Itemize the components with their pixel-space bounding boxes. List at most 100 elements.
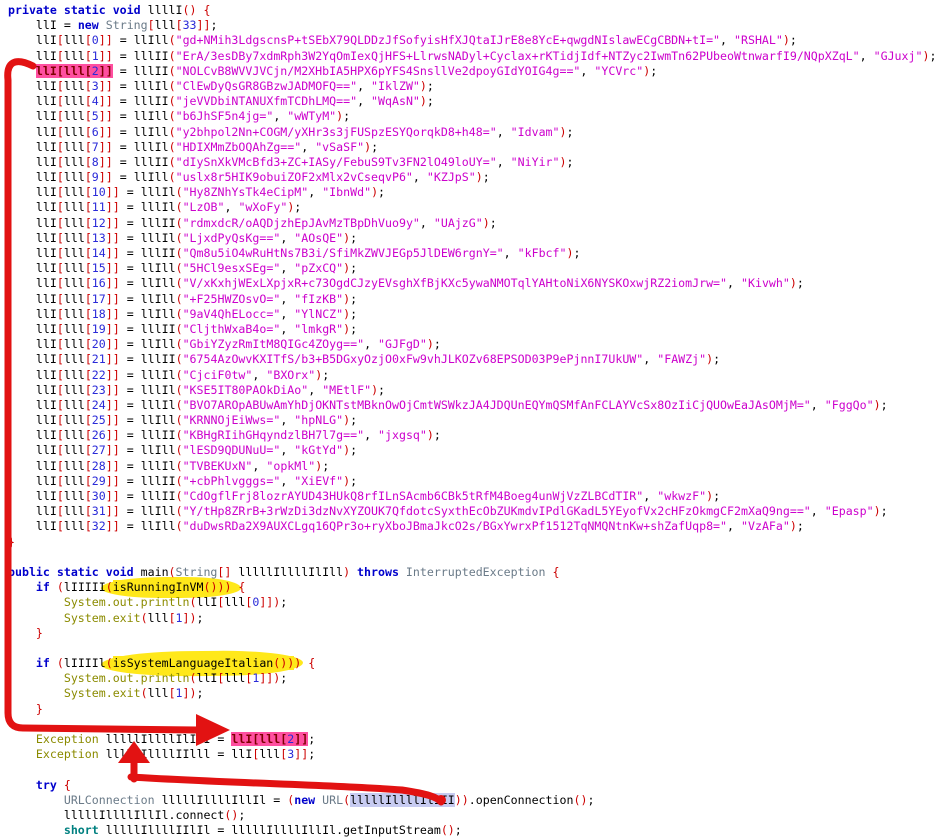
code-token: ]]	[106, 292, 120, 306]
code-token: lll	[64, 337, 85, 351]
code-token: (	[176, 337, 183, 351]
code-token: ]])	[259, 595, 280, 609]
code-token: System.out.println	[64, 595, 190, 609]
code-token: ;	[434, 337, 441, 351]
code-token: [	[57, 170, 64, 184]
code-token: [	[57, 352, 64, 366]
code-token: ]]	[106, 337, 120, 351]
code-token: }	[36, 702, 43, 716]
code-token: ;	[211, 18, 218, 32]
code-token: ]]	[99, 170, 113, 184]
code-token: =	[120, 459, 141, 473]
code-token: [	[85, 398, 92, 412]
code-token: ,	[357, 94, 371, 108]
code-token: (	[176, 185, 183, 199]
code-line: llI[lll[32]] = llIll("duDwsRDa2X9AUXCLgq…	[8, 519, 936, 534]
code-token	[8, 611, 64, 625]
code-token: ;	[294, 200, 301, 214]
code-token: [	[169, 686, 176, 700]
code-token: [	[85, 383, 92, 397]
code-line: llI[lll[10]] = lllIl("Hy8ZNhYsTk4eCipM",…	[8, 185, 936, 200]
code-token: =	[120, 368, 141, 382]
code-line	[8, 762, 936, 777]
code-token: "MEtlF"	[322, 383, 371, 397]
code-token: [	[85, 368, 92, 382]
code-token: llI	[36, 216, 57, 230]
code-token: =	[120, 519, 141, 533]
code-token: [	[57, 246, 64, 260]
code-line: System.out.println(llI[lll[1]]);	[8, 671, 936, 686]
code-line: llI = new String[lll[33]];	[8, 18, 936, 33]
code-token: [	[57, 33, 64, 47]
code-token: }	[8, 535, 15, 549]
code-token: System.out.println	[64, 671, 190, 685]
code-token: ;	[322, 368, 329, 382]
code-token: =	[120, 185, 141, 199]
code-token: "XiEVf"	[294, 474, 343, 488]
code-token: (	[176, 231, 183, 245]
code-token: [	[85, 109, 92, 123]
code-token: llIll	[134, 125, 169, 139]
code-token	[8, 140, 36, 154]
code-token: [	[169, 611, 176, 625]
code-token: "IbnWd"	[322, 185, 371, 199]
code-line: Exception lllllIllllIlIII = llI[lll[2]];	[8, 732, 936, 747]
code-token: ;	[567, 125, 574, 139]
code-token: "TVBEKUxN"	[183, 459, 253, 473]
code-token: lll	[64, 49, 85, 63]
code-token: "+F25HWZOsvO="	[183, 292, 281, 306]
code-token: .	[169, 808, 176, 822]
code-token: [	[57, 413, 64, 427]
code-token: (	[176, 459, 183, 473]
code-token: llI	[36, 368, 57, 382]
code-token: ]])	[259, 671, 280, 685]
code-line: llI[lll[19]] = lllII("CljthWxaB4o=", "lm…	[8, 322, 936, 337]
code-area[interactable]: private static void llllI() { llI = new …	[0, 3, 936, 838]
code-token: InterruptedException	[406, 565, 546, 579]
code-token: ,	[811, 398, 825, 412]
code-token: llI	[36, 383, 57, 397]
code-line	[8, 641, 936, 656]
code-token: llI	[36, 200, 57, 214]
code-line: llI[lll[28]] = lllIl("TVBEKUxN", "opkMl"…	[8, 459, 936, 474]
code-token: (	[106, 656, 113, 670]
code-token: lll	[259, 747, 280, 761]
code-token	[8, 580, 36, 594]
code-line: llI[lll[4]] = lllII("jeVVDbiNTANUXfmTCDh…	[8, 94, 936, 109]
code-token: lllII	[141, 322, 176, 336]
code-token: ;	[308, 747, 315, 761]
code-token	[8, 383, 36, 397]
code-token: ,	[280, 443, 294, 457]
code-token: ;	[371, 140, 378, 154]
code-token: lllIl	[141, 398, 176, 412]
code-token: ]]	[99, 33, 113, 47]
code-token: [	[85, 474, 92, 488]
code-token: [	[57, 292, 64, 306]
code-token: ;	[929, 49, 936, 63]
code-token: =	[120, 489, 141, 503]
code-token: [	[85, 307, 92, 321]
code-token: "uslx8r5HIK9obuiZOF2xMlx2vCseqvP6"	[176, 170, 413, 184]
code-token: "y2bhpol2Nn+COGM/yXHr3s3jFUSpzESYQorqkD8…	[176, 125, 497, 139]
code-token: ]]	[106, 519, 120, 533]
code-token: [	[85, 337, 92, 351]
code-token: [	[57, 276, 64, 290]
code-token: lll	[64, 216, 85, 230]
code-token: "NiYir"	[511, 155, 560, 169]
code-token: lllllIllllIlIll	[238, 565, 343, 579]
code-line: llI[lll[23]] = lllIl("KSE5IT80PAOkDiAo",…	[8, 383, 936, 398]
code-token: llI	[36, 443, 57, 457]
code-token: lll	[64, 322, 85, 336]
code-token: lllllIllllIIlIl	[106, 823, 211, 837]
code-token: lllllIllllIllIl	[64, 808, 169, 822]
code-token: lllIl	[141, 383, 176, 397]
code-token: "BXOrx"	[266, 368, 315, 382]
code-token: llI	[36, 140, 57, 154]
code-token: ]]	[294, 747, 308, 761]
code-token: (	[176, 428, 183, 442]
code-token	[8, 519, 36, 533]
code-line: llI[lll[14]] = lllII("Qm8u5iO4wRuHtNs7B3…	[8, 246, 936, 261]
code-token: =	[120, 261, 141, 275]
code-token: ;	[650, 64, 657, 78]
code-token: ,	[280, 413, 294, 427]
